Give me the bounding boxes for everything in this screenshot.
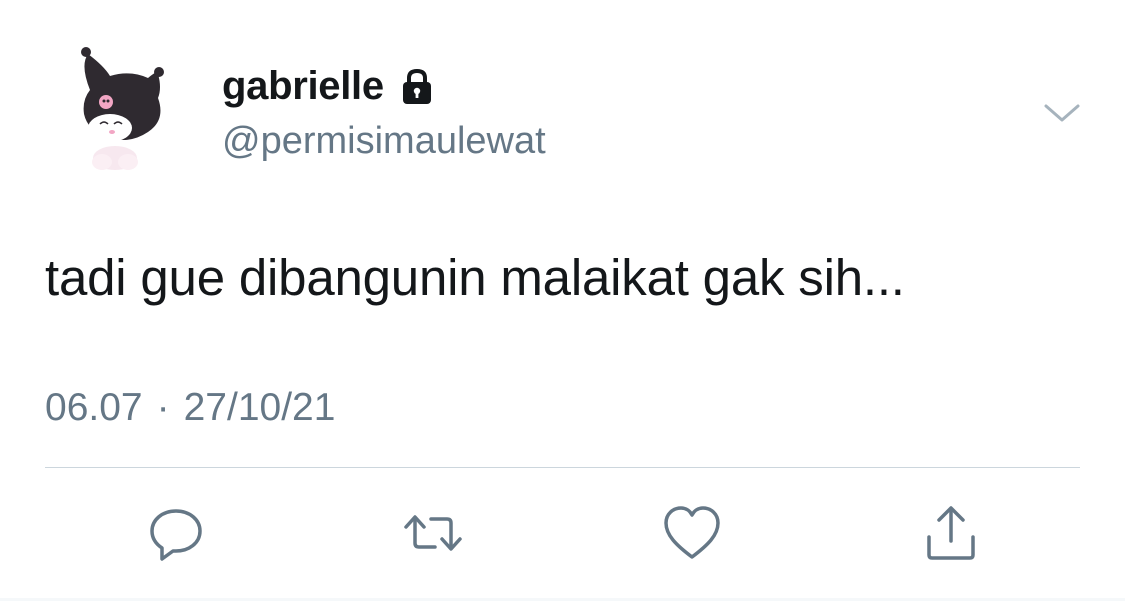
divider bbox=[45, 467, 1080, 468]
kuromi-avatar-icon bbox=[81, 47, 164, 170]
chevron-down-icon[interactable] bbox=[1040, 92, 1084, 136]
display-name-row: gabrielle bbox=[222, 64, 438, 109]
tweet-text: tadi gue dibangunin malaikat gak sih... bbox=[45, 249, 905, 306]
share-button[interactable] bbox=[921, 503, 981, 563]
like-button[interactable] bbox=[662, 503, 722, 563]
reply-button[interactable] bbox=[146, 503, 206, 563]
tweet-time: 06.07 bbox=[45, 386, 143, 429]
display-name[interactable]: gabrielle bbox=[222, 64, 384, 109]
share-icon bbox=[927, 506, 975, 560]
tweet-timestamp: 06.07 · 27/10/21 bbox=[45, 386, 335, 430]
lock-icon bbox=[402, 68, 431, 104]
action-bar bbox=[0, 503, 1125, 563]
retweet-button[interactable] bbox=[403, 503, 463, 563]
tweet-date: 27/10/21 bbox=[183, 386, 336, 429]
retweet-icon bbox=[404, 515, 462, 551]
user-handle[interactable]: @permisimaulewat bbox=[222, 120, 546, 163]
tweet-card: gabrielle @permisimaulewat tadi gue diba… bbox=[0, 0, 1125, 601]
heart-icon bbox=[664, 506, 720, 559]
reply-icon bbox=[150, 509, 202, 561]
timestamp-separator: · bbox=[156, 386, 170, 429]
avatar[interactable] bbox=[70, 40, 180, 180]
